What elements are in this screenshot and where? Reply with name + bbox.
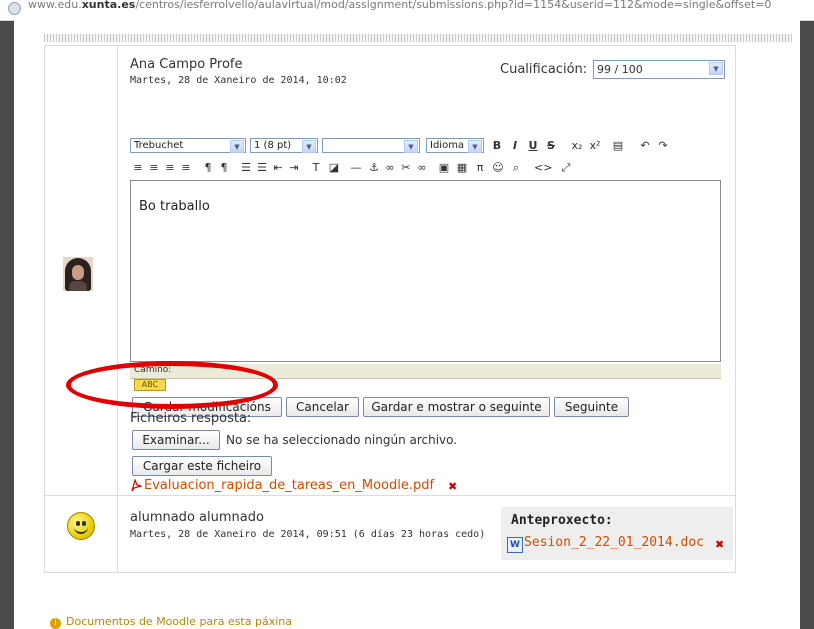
draft-title: Anteproxecto:	[511, 513, 613, 528]
font-family-select[interactable]: Trebuchet ▼	[130, 138, 246, 153]
paste-word-icon[interactable]: ▤	[610, 138, 626, 154]
browser-address-bar[interactable]: www.edu.xunta.es/centros/iesferrolvello/…	[0, 0, 814, 21]
outdent-icon[interactable]: ⇤	[270, 160, 286, 176]
student-avatar[interactable]	[67, 512, 95, 540]
table-icon[interactable]: ▦	[454, 160, 470, 176]
student-date: Martes, 28 de Xaneiro de 2014, 09:51 (6 …	[130, 529, 486, 540]
indent-icon[interactable]: ⇥	[286, 160, 302, 176]
unordered-list-icon[interactable]: ☰	[254, 160, 270, 176]
highlight-ellipse	[66, 361, 278, 409]
student-picture-column	[45, 496, 118, 572]
delete-icon[interactable]: ✖	[715, 538, 724, 551]
editor-text: Bo traballo	[139, 199, 210, 214]
teacher-date: Martes, 28 de Xaneiro de 2014, 10:02	[130, 75, 347, 86]
unlink-icon[interactable]: ✂	[398, 160, 414, 176]
fullscreen-icon[interactable]: ⤢	[558, 160, 574, 176]
strikethrough-icon[interactable]: S	[543, 138, 559, 154]
chevron-down-icon[interactable]: ▼	[230, 140, 244, 153]
upload-file-button[interactable]: Cargar este ficheiro	[132, 456, 272, 476]
grade-label: Cualificación:	[500, 62, 588, 77]
response-file-link[interactable]: Evaluacion_rapida_de_tareas_en_Moodle.pd…	[144, 478, 434, 493]
html-source-icon[interactable]: <>	[534, 160, 552, 176]
undo-icon[interactable]: ↶	[637, 138, 653, 154]
text-color-icon[interactable]: T	[308, 160, 324, 176]
student-name: alumnado alumnado	[130, 510, 264, 525]
globe-icon	[8, 2, 21, 15]
teacher-picture-column	[45, 46, 118, 495]
student-submission-block: alumnado alumnado Martes, 28 de Xaneiro …	[44, 495, 736, 573]
align-center-icon[interactable]: ≡	[146, 160, 162, 176]
page-content: Ana Campo Profe Martes, 28 de Xaneiro de…	[14, 20, 800, 629]
subscript-icon[interactable]: x₂	[569, 138, 585, 154]
justify-icon[interactable]: ≡	[178, 160, 194, 176]
draft-file-link[interactable]: Sesion_2_22_01_2014.doc	[524, 535, 704, 550]
teacher-avatar[interactable]	[63, 257, 93, 291]
address-url[interactable]: www.edu.xunta.es/centros/iesferrolvello/…	[28, 0, 771, 11]
header-divider	[44, 34, 792, 42]
moodle-docs-label: Documentos de Moodle para esta páxina	[66, 615, 292, 628]
horizontal-rule-icon[interactable]: —	[348, 160, 364, 176]
font-size-select[interactable]: 1 (8 pt) ▼	[250, 138, 318, 153]
delete-icon[interactable]: ✖	[448, 480, 457, 493]
ordered-list-icon[interactable]: ☰	[238, 160, 254, 176]
draft-box: Anteproxecto: W Sesion_2_22_01_2014.doc …	[501, 507, 733, 560]
chevron-down-icon[interactable]: ▼	[404, 140, 418, 153]
teacher-name: Ana Campo Profe	[130, 57, 243, 72]
chevron-down-icon[interactable]: ▼	[709, 62, 723, 75]
no-file-text: No se ha seleccionado ningún archivo.	[226, 433, 458, 447]
search-replace-icon[interactable]: ⌕	[508, 160, 524, 176]
emoticon-icon[interactable]: ☺	[490, 160, 506, 176]
anchor-icon[interactable]: ⚓	[366, 160, 382, 176]
language-select[interactable]: Idioma ▼	[426, 138, 484, 153]
info-icon: i	[50, 618, 61, 629]
underline-icon[interactable]: U	[525, 138, 541, 154]
cancel-button[interactable]: Cancelar	[286, 397, 359, 417]
save-and-next-button[interactable]: Gardar e mostrar o seguinte	[363, 397, 550, 417]
next-button[interactable]: Seguinte	[554, 397, 629, 417]
link-icon[interactable]: ∞	[382, 160, 398, 176]
bold-icon[interactable]: B	[489, 138, 505, 154]
feedback-editor[interactable]: Bo traballo	[130, 180, 721, 362]
chevron-down-icon[interactable]: ▼	[302, 140, 316, 153]
editor-toolbar-row-2: ≡ ≡ ≡ ≡ ¶ ¶ ☰ ☰ ⇤ ⇥ T ◪ — ⚓ ∞ ✂ ∞ ▣ ▦ π ☺ ⌕ <> ⤢	[130, 158, 721, 178]
redo-icon[interactable]: ↷	[655, 138, 671, 154]
url-prefix: www.edu.	[28, 0, 82, 11]
font-size-value: 1 (8 pt)	[254, 140, 292, 151]
browse-button[interactable]: Examinar...	[132, 430, 220, 450]
editor-toolbar-row-1: Trebuchet ▼ 1 (8 pt) ▼ ▼ Idioma ▼ B I U Sx₂ x² ▤…	[130, 136, 721, 156]
url-domain: xunta.es	[81, 0, 136, 11]
superscript-icon[interactable]: x²	[587, 138, 603, 154]
moodle-docs-link[interactable]: i Documentos de Moodle para esta páxina	[50, 615, 292, 629]
align-right-icon[interactable]: ≡	[162, 160, 178, 176]
nolink-icon[interactable]: ∞	[414, 160, 430, 176]
response-files-label: Ficheiros resposta:	[130, 411, 252, 426]
grade-value: 99 / 100	[597, 63, 643, 76]
font-family-value: Trebuchet	[134, 140, 184, 151]
rtl-icon[interactable]: ¶	[216, 160, 232, 176]
italic-icon[interactable]: I	[507, 138, 523, 154]
feedback-block: Ana Campo Profe Martes, 28 de Xaneiro de…	[44, 45, 736, 496]
url-path: /centros/iesferrolvello/aulavirtual/mod/…	[135, 0, 772, 11]
grade-select[interactable]: 99 / 100 ▼	[593, 60, 725, 79]
pdf-icon	[131, 479, 142, 492]
ltr-icon[interactable]: ¶	[200, 160, 216, 176]
background-color-icon[interactable]: ◪	[326, 160, 342, 176]
chevron-down-icon[interactable]: ▼	[468, 140, 482, 153]
align-left-icon[interactable]: ≡	[130, 160, 146, 176]
image-icon[interactable]: ▣	[436, 160, 452, 176]
language-value: Idioma	[430, 140, 465, 151]
heading-select[interactable]: ▼	[322, 138, 420, 153]
equation-icon[interactable]: π	[472, 160, 488, 176]
word-document-icon: W	[507, 537, 523, 553]
